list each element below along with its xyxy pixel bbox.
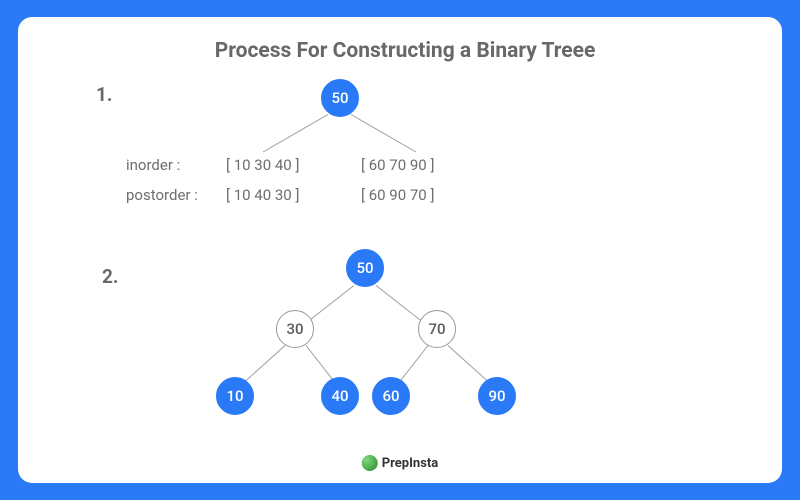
postorder-label: postorder : [126, 180, 226, 210]
brand-logo: PrepInsta [362, 455, 438, 471]
step-2-label: 2. [102, 265, 118, 288]
inorder-label: inorder : [126, 150, 226, 180]
step-1-label: 1. [96, 83, 112, 106]
tree2-lr-node: 40 [321, 377, 359, 415]
tree1-root-node: 50 [321, 79, 359, 117]
brand-logo-icon [362, 455, 378, 471]
postorder-left: [ 10 40 30 ] [226, 180, 361, 210]
brand-logo-text: PrepInsta [382, 456, 438, 471]
tree2-right-node: 70 [418, 310, 456, 348]
tree2-left-node: 30 [276, 310, 314, 348]
diagram-card: Process For Constructing a Binary Treee … [18, 17, 782, 483]
postorder-right: [ 60 90 70 ] [361, 180, 434, 210]
tree2-ll-node: 10 [216, 377, 254, 415]
inorder-left: [ 10 30 40 ] [226, 150, 361, 180]
tree2-root-node: 50 [346, 249, 384, 287]
tree1-edge-left [263, 114, 328, 152]
traversals-block: inorder : [ 10 30 40 ] [ 60 70 90 ] post… [126, 150, 434, 210]
diagram-title: Process For Constructing a Binary Treee [78, 39, 732, 63]
tree1-edge-right [351, 114, 416, 152]
tree2-rr-node: 90 [478, 377, 516, 415]
inorder-row: inorder : [ 10 30 40 ] [ 60 70 90 ] [126, 150, 434, 180]
postorder-row: postorder : [ 10 40 30 ] [ 60 90 70 ] [126, 180, 434, 210]
tree2-rl-node: 60 [372, 377, 410, 415]
inorder-right: [ 60 70 90 ] [361, 150, 434, 180]
